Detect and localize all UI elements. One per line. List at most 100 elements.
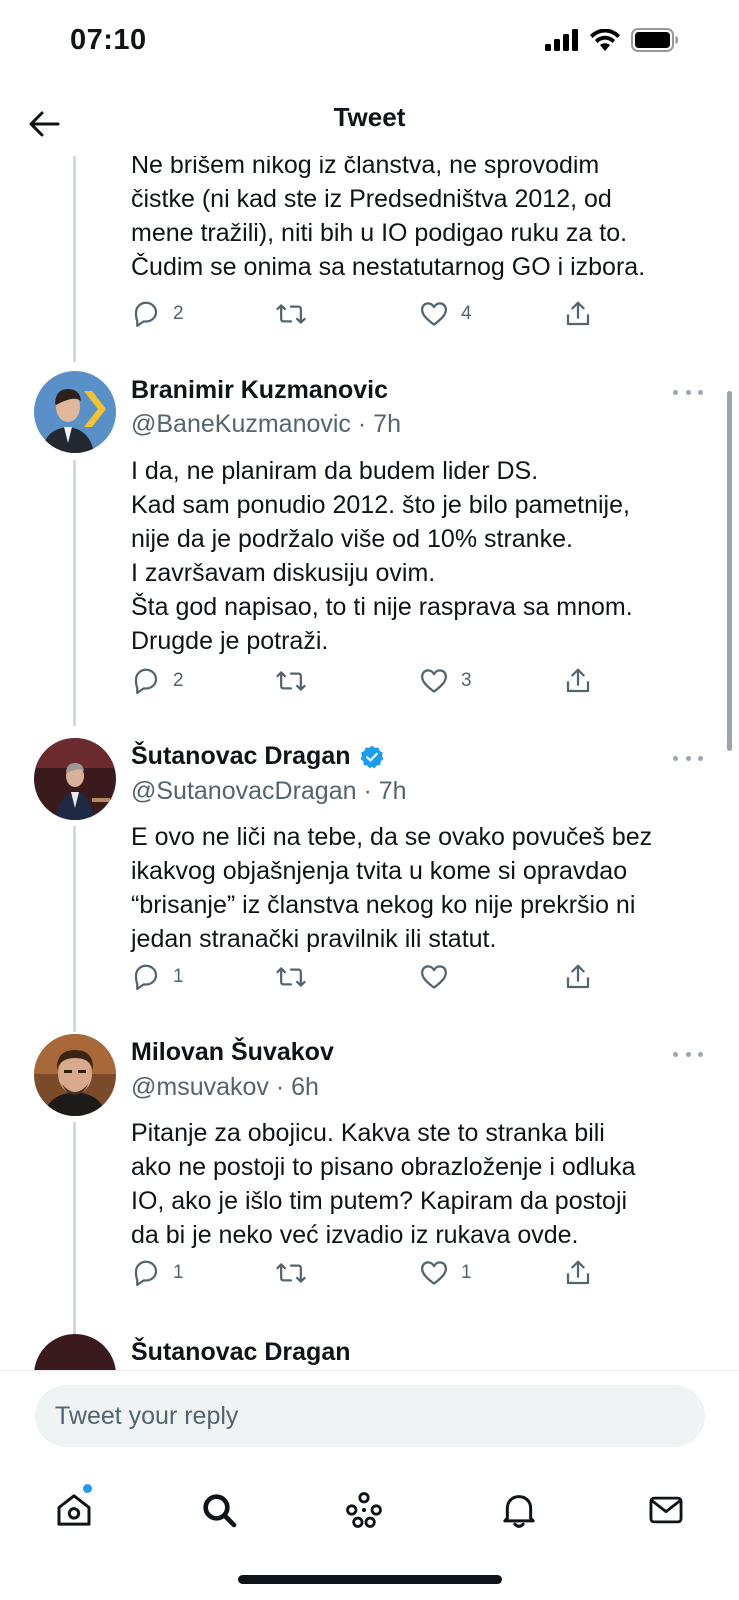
- retweet-button[interactable]: [275, 1255, 319, 1291]
- search-icon: [203, 1494, 237, 1528]
- reply-button[interactable]: 1: [131, 959, 184, 995]
- tweet-actions: 2 4: [131, 296, 611, 332]
- tweet-actions: 1: [131, 959, 611, 995]
- reply-icon: [134, 964, 158, 990]
- tab-notifications[interactable]: [489, 1480, 549, 1540]
- avatar[interactable]: [34, 371, 116, 453]
- home-indicator[interactable]: [238, 1575, 502, 1584]
- heart-icon: [421, 302, 447, 326]
- status-time: 07:10: [70, 24, 147, 56]
- thread-line: [73, 1122, 76, 1342]
- author-row: Šutanovac Dragan: [131, 1338, 351, 1367]
- thread-line: [73, 460, 76, 726]
- heart-icon: [421, 669, 447, 693]
- status-icons: [545, 28, 679, 52]
- retweet-button[interactable]: [275, 296, 319, 332]
- like-button[interactable]: 4: [419, 296, 472, 332]
- share-icon: [566, 1260, 590, 1285]
- tab-messages[interactable]: [636, 1480, 696, 1540]
- tweet-time: · 7h: [363, 777, 407, 805]
- page-title: Tweet: [333, 102, 406, 132]
- heart-icon: [421, 965, 447, 989]
- thread-line: [73, 826, 76, 1032]
- author-handle[interactable]: @SutanovacDragan: [131, 777, 357, 805]
- retweet-icon: [276, 671, 306, 691]
- author-name[interactable]: Branimir Kuzmanovic: [131, 376, 388, 405]
- tweet-text: Ne brišem nikog iz članstva, ne sprovodi…: [131, 156, 646, 281]
- retweet-button[interactable]: [275, 959, 319, 995]
- reply-count: 1: [173, 1262, 184, 1283]
- author-row: Šutanovac Dragan: [131, 742, 385, 771]
- retweet-icon: [276, 304, 306, 324]
- author-meta: @msuvakov · 6h: [131, 1073, 319, 1102]
- battery-icon: [631, 28, 678, 52]
- avatar-image: [34, 371, 116, 453]
- more-options-button[interactable]: [673, 1048, 703, 1060]
- tab-bar: [0, 1460, 739, 1560]
- author-name[interactable]: Milovan Šuvakov: [131, 1038, 334, 1067]
- share-icon: [566, 668, 590, 693]
- share-button[interactable]: [563, 663, 593, 699]
- tab-home[interactable]: [44, 1480, 104, 1540]
- thread-line: [73, 156, 76, 362]
- reply-thread: Ne brišem nikog iz članstva, ne sprovodi…: [0, 156, 739, 1370]
- tweet-text: Pitanje za obojicu. Kakva ste to stranka…: [131, 1119, 636, 1249]
- verified-badge-icon: [360, 745, 383, 768]
- author-name[interactable]: Šutanovac Dragan: [131, 1338, 351, 1367]
- heart-icon: [421, 1261, 447, 1285]
- reply-icon: [134, 301, 158, 327]
- signal-icon: [545, 29, 578, 51]
- share-button[interactable]: [563, 1255, 593, 1291]
- reply-button[interactable]: 2: [131, 296, 184, 332]
- avatar-image: [34, 1034, 116, 1116]
- share-button[interactable]: [563, 296, 593, 332]
- share-icon: [566, 964, 590, 989]
- tab-search[interactable]: [189, 1480, 249, 1540]
- reply-input[interactable]: [35, 1385, 705, 1447]
- like-button[interactable]: [419, 959, 461, 995]
- reply-count: 2: [173, 670, 184, 691]
- reply-count: 2: [173, 303, 184, 324]
- author-row: Milovan Šuvakov: [131, 1038, 334, 1067]
- author-name[interactable]: Šutanovac Dragan: [131, 742, 351, 771]
- tweet-actions: 2 3: [131, 663, 611, 699]
- more-options-button[interactable]: [673, 386, 703, 398]
- author-handle[interactable]: @msuvakov: [131, 1073, 269, 1101]
- author-row: Branimir Kuzmanovic: [131, 376, 388, 405]
- tweet-time: · 6h: [275, 1073, 319, 1101]
- notification-dot: [83, 1484, 92, 1493]
- retweet-button[interactable]: [275, 663, 319, 699]
- retweet-icon: [276, 1263, 306, 1283]
- like-button[interactable]: 1: [419, 1255, 472, 1291]
- scrollbar[interactable]: [727, 391, 732, 751]
- retweet-icon: [276, 967, 306, 987]
- avatar-image: [34, 738, 116, 820]
- tab-spaces[interactable]: [334, 1480, 394, 1540]
- reply-bar: [0, 1370, 739, 1460]
- reply-button[interactable]: 2: [131, 663, 184, 699]
- avatar[interactable]: [34, 1034, 116, 1116]
- author-handle[interactable]: @BaneKuzmanovic: [131, 410, 351, 438]
- reply-icon: [134, 1260, 158, 1286]
- messages-icon: [649, 1496, 683, 1524]
- like-count: 3: [461, 670, 472, 691]
- tweet-actions: 1 1: [131, 1255, 611, 1291]
- avatar[interactable]: [34, 738, 116, 820]
- home-icon: [57, 1494, 91, 1526]
- reply-count: 1: [173, 966, 184, 987]
- spaces-icon: [346, 1492, 382, 1528]
- status-bar: 07:10: [0, 0, 739, 90]
- share-icon: [566, 301, 590, 326]
- avatar[interactable]: [34, 1334, 116, 1370]
- author-meta: @SutanovacDragan · 7h: [131, 777, 407, 806]
- like-button[interactable]: 3: [419, 663, 472, 699]
- author-meta: @BaneKuzmanovic · 7h: [131, 410, 401, 439]
- tweet-text: I da, ne planiram da budem lider DS. Kad…: [131, 457, 633, 655]
- notifications-icon: [503, 1495, 535, 1528]
- more-options-button[interactable]: [673, 752, 703, 764]
- reply-button[interactable]: 1: [131, 1255, 184, 1291]
- share-button[interactable]: [563, 959, 593, 995]
- reply-icon: [134, 668, 158, 694]
- wifi-icon: [590, 28, 620, 51]
- like-count: 1: [461, 1262, 472, 1283]
